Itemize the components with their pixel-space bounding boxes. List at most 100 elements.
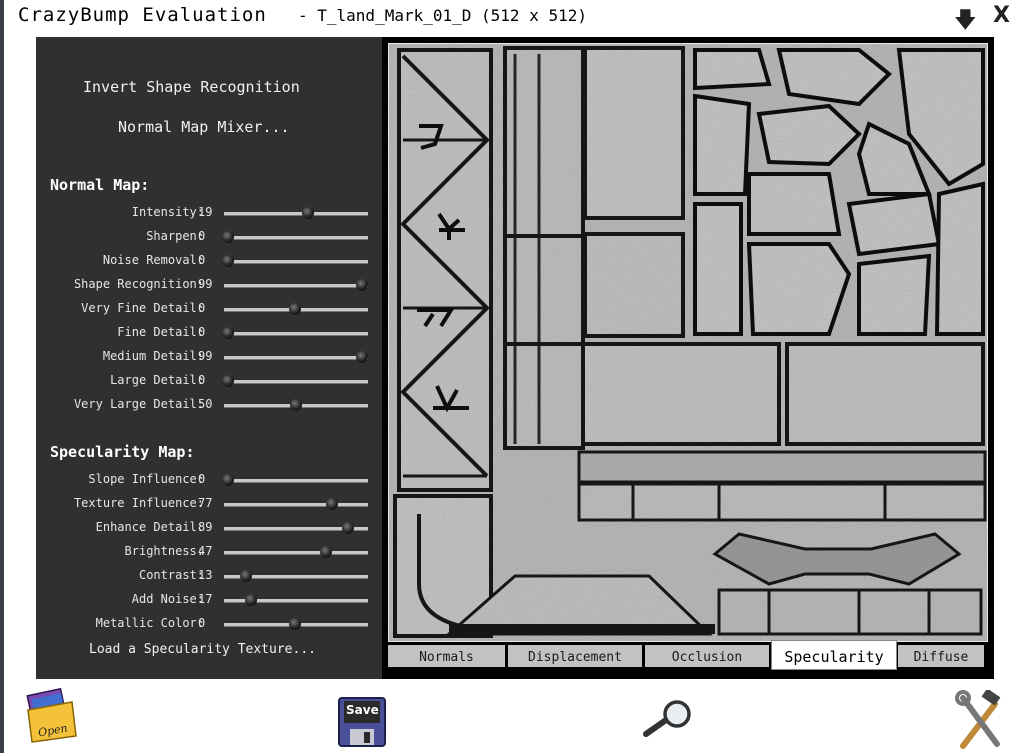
slider-value: 77 xyxy=(198,496,213,510)
slider-label: Enhance Detail: xyxy=(95,520,204,534)
slider-track[interactable] xyxy=(224,351,369,363)
slider-thumb[interactable] xyxy=(222,255,235,267)
slider-label: Texture Influence: xyxy=(73,496,204,510)
slider-thumb[interactable] xyxy=(222,375,235,387)
slider-label: Sharpen: xyxy=(146,229,204,243)
slider-thumb[interactable] xyxy=(356,351,369,363)
slider-row: Fine Detail: 0 xyxy=(36,323,382,343)
save-button[interactable]: Save xyxy=(338,697,386,751)
slider-thumb[interactable] xyxy=(356,279,369,291)
magnifier-icon xyxy=(643,700,691,737)
slider-track[interactable] xyxy=(222,231,368,243)
slider-value: 0 xyxy=(198,472,206,486)
slider-label: Brightness: xyxy=(124,544,204,558)
slider-row: Medium Detail: 99 xyxy=(36,347,382,367)
slider-thumb[interactable] xyxy=(222,231,235,243)
slider-label: Large Detail: xyxy=(110,373,204,387)
minimize-arrow-icon[interactable]: 🡇 xyxy=(954,3,977,41)
tab-displacement[interactable]: Displacement xyxy=(508,645,642,667)
slider-thumb[interactable] xyxy=(301,207,314,219)
open-button[interactable]: Open xyxy=(24,687,80,748)
slider-thumb[interactable] xyxy=(245,594,258,606)
slider-row: Slope Influence: 0 xyxy=(36,470,382,490)
slider-value: 99 xyxy=(198,277,213,291)
slider-row: Very Large Detail: 50 xyxy=(36,395,382,415)
slider-label: Add Noise: xyxy=(131,592,204,606)
tab-occlusion[interactable]: Occlusion xyxy=(645,645,769,667)
slider-row: Metallic Color: 0 xyxy=(36,614,382,634)
tab-specularity[interactable]: Specularity xyxy=(771,640,897,670)
zoom-button[interactable] xyxy=(642,698,694,742)
slider-row: Texture Influence: 77 xyxy=(36,494,382,514)
slider-value: 13 xyxy=(198,568,213,582)
slider-label: Metallic Color: xyxy=(95,616,204,630)
slider-label: Very Large Detail: xyxy=(73,397,204,411)
slider-row: Shape Recognition: 99 xyxy=(36,275,382,295)
save-label: Save xyxy=(346,703,379,717)
slider-label: Slope Influence: xyxy=(88,472,204,486)
slider-thumb[interactable] xyxy=(326,498,338,510)
controls-panel: Invert Shape Recognition Normal Map Mixe… xyxy=(36,37,382,679)
slider-label: Noise Removal: xyxy=(102,253,204,267)
close-icon[interactable]: X xyxy=(993,3,1010,28)
tools-button[interactable] xyxy=(955,688,1005,754)
slider-track[interactable] xyxy=(224,303,368,315)
slider-value: 0 xyxy=(198,325,206,339)
slider-thumb[interactable] xyxy=(239,570,252,582)
slider-row: Add Noise: 17 xyxy=(36,590,382,610)
slider-track[interactable] xyxy=(222,327,368,339)
tab-diffuse[interactable]: Diffuse xyxy=(898,645,984,667)
slider-value: 17 xyxy=(198,592,213,606)
slider-track[interactable] xyxy=(224,546,368,558)
invert-shape-recognition-button[interactable]: Invert Shape Recognition xyxy=(83,78,300,96)
slider-label: Medium Detail: xyxy=(102,349,204,363)
app-title: CrazyBump Evaluation xyxy=(18,4,267,26)
slider-thumb[interactable] xyxy=(222,327,235,339)
slider-value: 19 xyxy=(198,205,213,219)
slider-thumb[interactable] xyxy=(288,618,301,630)
slider-value: 0 xyxy=(198,253,206,267)
slider-row: Enhance Detail: 89 xyxy=(36,518,382,538)
specularity-map-heading: Specularity Map: xyxy=(50,443,195,461)
slider-value: 89 xyxy=(198,520,213,534)
load-specularity-texture-button[interactable]: Load a Specularity Texture... xyxy=(89,642,316,657)
slider-row: Sharpen: 0 xyxy=(36,227,382,247)
slider-track[interactable] xyxy=(222,375,368,387)
slider-track[interactable] xyxy=(224,207,368,219)
title-bar: CrazyBump Evaluation - T_land_Mark_01_D … xyxy=(0,0,1013,34)
window-left-edge xyxy=(0,0,4,753)
slider-row: Large Detail: 0 xyxy=(36,371,382,391)
normal-map-mixer-button[interactable]: Normal Map Mixer... xyxy=(118,118,290,136)
slider-track[interactable] xyxy=(224,522,368,534)
slider-value: 47 xyxy=(198,544,213,558)
slider-value: 99 xyxy=(198,349,213,363)
file-title: - T_land_Mark_01_D (512 x 512) xyxy=(298,6,587,25)
slider-row: Very Fine Detail: 0 xyxy=(36,299,382,319)
slider-thumb[interactable] xyxy=(288,303,301,315)
slider-thumb[interactable] xyxy=(222,474,235,486)
slider-track[interactable] xyxy=(222,255,368,267)
texture-preview-image xyxy=(389,44,987,641)
tab-normals[interactable]: Normals xyxy=(388,645,505,667)
slider-thumb[interactable] xyxy=(320,546,333,558)
slider-label: Contrast: xyxy=(138,568,204,582)
slider-track[interactable] xyxy=(222,474,368,486)
slider-track[interactable] xyxy=(224,399,368,411)
slider-thumb[interactable] xyxy=(341,522,354,534)
slider-track[interactable] xyxy=(224,279,369,291)
texture-preview[interactable] xyxy=(388,43,988,642)
slider-track[interactable] xyxy=(224,618,368,630)
slider-row: Noise Removal: 0 xyxy=(36,251,382,271)
slider-value: 50 xyxy=(198,397,213,411)
slider-row: Contrast: 13 xyxy=(36,566,382,586)
slider-value: 0 xyxy=(198,616,206,630)
slider-thumb[interactable] xyxy=(290,399,302,411)
slider-track[interactable] xyxy=(224,594,368,606)
slider-label: Shape Recognition: xyxy=(73,277,204,291)
slider-label: Fine Detail: xyxy=(117,325,204,339)
slider-track[interactable] xyxy=(224,498,368,510)
slider-track[interactable] xyxy=(224,570,368,582)
slider-value: 0 xyxy=(198,373,206,387)
slider-label: Very Fine Detail: xyxy=(81,301,204,315)
slider-label: Intensity: xyxy=(131,205,204,219)
